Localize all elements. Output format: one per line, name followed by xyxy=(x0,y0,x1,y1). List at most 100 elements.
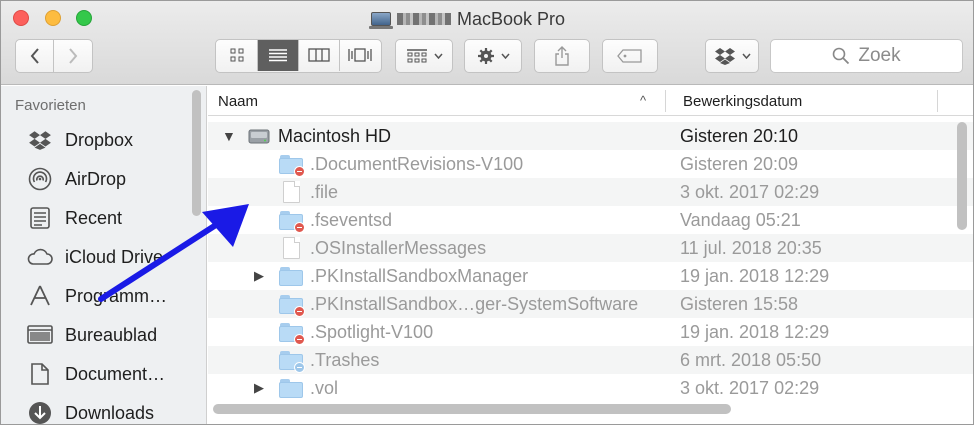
disclosure-collapsed-icon[interactable]: ▶ xyxy=(254,380,264,396)
sidebar-item-label: Downloads xyxy=(65,402,155,423)
action-button[interactable] xyxy=(464,39,522,73)
action-gear-icon xyxy=(477,48,494,64)
file-date: Gisteren 20:09 xyxy=(680,154,799,174)
hard-disk-icon xyxy=(247,124,271,148)
sidebar-item-airdrop[interactable]: AirDrop xyxy=(27,165,192,193)
folder-icon xyxy=(279,376,303,400)
back-button[interactable] xyxy=(16,40,54,72)
file-date: 3 okt. 2017 02:29 xyxy=(680,378,820,398)
search-field[interactable]: Zoek xyxy=(770,39,963,73)
window-title-text: MacBook Pro xyxy=(457,8,566,29)
file-date: Gisteren 15:58 xyxy=(680,294,799,314)
column-divider[interactable] xyxy=(665,90,666,112)
sidebar-item-label: Dropbox xyxy=(65,129,134,150)
sidebar-item-icloud[interactable]: iCloud Drive xyxy=(27,243,192,271)
file-date: 19 jan. 2018 12:29 xyxy=(680,266,830,286)
zoom-button[interactable] xyxy=(76,10,92,26)
file-name: .file xyxy=(310,182,339,202)
sidebar-item-dropbox[interactable]: Dropbox xyxy=(27,126,192,154)
file-date: Gisteren 20:10 xyxy=(680,126,799,146)
column-view-icon xyxy=(307,48,330,62)
table-row[interactable]: ▶ .PKInstallSandboxManager 19 jan. 2018 … xyxy=(208,262,973,290)
apps-icon xyxy=(27,283,53,309)
sidebar: Favorieten Dropbox AirDrop Recent iCloud… xyxy=(1,86,207,424)
chevron-down-icon xyxy=(500,53,510,59)
group-button[interactable] xyxy=(395,39,453,73)
sidebar-item-label: Recent xyxy=(65,207,123,228)
locked-folder-icon xyxy=(279,292,305,317)
document-icon xyxy=(283,180,307,204)
sidebar-item-recent[interactable]: Recent xyxy=(27,204,192,232)
column-header: Naam ^ Bewerkingsdatum xyxy=(208,86,973,116)
sidebar-item-label: Bureaublad xyxy=(65,324,158,345)
downloads-icon xyxy=(27,400,53,424)
forward-button[interactable] xyxy=(54,40,92,72)
forward-icon xyxy=(69,48,78,64)
nav-buttons xyxy=(15,39,93,73)
disclosure-expanded-icon[interactable]: ▼ xyxy=(222,128,236,144)
sort-ascending-icon: ^ xyxy=(640,93,647,108)
sidebar-item-label: Document… xyxy=(65,363,166,384)
icon-view-button[interactable] xyxy=(217,40,258,71)
vertical-scrollbar[interactable] xyxy=(957,122,967,230)
finder-window: MacBook Pro Zoek Favorieten Dropbox AirD… xyxy=(0,0,974,425)
sidebar-item-label: AirDrop xyxy=(65,168,127,189)
table-row[interactable]: .file 3 okt. 2017 02:29 xyxy=(208,178,973,206)
sidebar-item-desktop[interactable]: Bureaublad xyxy=(27,321,192,349)
column-date-header[interactable]: Bewerkingsdatum xyxy=(683,93,802,110)
column-view-button[interactable] xyxy=(299,40,340,71)
disclosure-collapsed-icon[interactable]: ▶ xyxy=(254,268,264,284)
sidebar-item-documents[interactable]: Document… xyxy=(27,360,192,388)
toolbar: MacBook Pro Zoek xyxy=(1,1,973,85)
search-icon xyxy=(833,47,850,65)
horizontal-scrollbar[interactable] xyxy=(213,404,731,414)
table-row[interactable]: .DocumentRevisions-V100 Gisteren 20:09 xyxy=(208,150,973,178)
minimize-button[interactable] xyxy=(45,10,61,26)
documents-icon xyxy=(27,361,53,387)
column-divider[interactable] xyxy=(937,90,938,112)
sidebar-item-label: Programm… xyxy=(65,285,168,306)
table-row[interactable]: .Trashes 6 mrt. 2018 05:50 xyxy=(208,346,973,374)
share-button[interactable] xyxy=(534,39,590,73)
window-title: MacBook Pro xyxy=(369,8,566,29)
back-icon xyxy=(30,48,39,64)
list-view-icon xyxy=(268,49,287,62)
file-name: .PKInstallSandbox…ger-SystemSoftware xyxy=(310,294,639,314)
locked-folder-icon xyxy=(279,208,305,233)
dropbox-icon xyxy=(27,127,53,153)
tag-button[interactable] xyxy=(602,39,658,73)
file-name: .DocumentRevisions-V100 xyxy=(310,154,524,174)
folder-icon xyxy=(279,264,303,288)
close-button[interactable] xyxy=(13,10,29,26)
file-name: .OSInstallerMessages xyxy=(310,238,487,258)
file-name: .vol xyxy=(310,378,339,398)
list-view-button[interactable] xyxy=(257,40,299,71)
tag-icon xyxy=(617,49,642,63)
dropbox-button[interactable] xyxy=(705,39,759,73)
table-row[interactable]: .PKInstallSandbox…ger-SystemSoftware Gis… xyxy=(208,290,973,318)
search-placeholder: Zoek xyxy=(858,45,901,66)
file-list: Naam ^ Bewerkingsdatum ▼ Macintosh HD Gi… xyxy=(208,86,973,424)
download-folder-icon xyxy=(279,348,305,373)
chevron-down-icon xyxy=(741,53,751,59)
column-name-header[interactable]: Naam xyxy=(218,93,258,110)
locked-folder-icon xyxy=(279,152,305,177)
sidebar-scrollbar[interactable] xyxy=(192,90,201,216)
sidebar-item-applications[interactable]: Programm… xyxy=(27,282,192,310)
sidebar-header: Favorieten xyxy=(15,97,86,114)
share-icon xyxy=(555,46,569,66)
table-row[interactable]: ▼ Macintosh HD Gisteren 20:10 xyxy=(208,122,973,150)
file-date: 19 jan. 2018 12:29 xyxy=(680,322,830,342)
file-date: 3 okt. 2017 02:29 xyxy=(680,182,820,202)
sidebar-item-downloads[interactable]: Downloads xyxy=(27,399,192,424)
cloud-icon xyxy=(27,244,53,270)
table-row[interactable]: .fseventsd Vandaag 05:21 xyxy=(208,206,973,234)
chevron-down-icon xyxy=(433,53,443,59)
table-row[interactable]: ▶ .vol 3 okt. 2017 02:29 xyxy=(208,374,973,402)
cover-flow-button[interactable] xyxy=(340,40,381,71)
table-row[interactable]: .OSInstallerMessages 11 jul. 2018 20:35 xyxy=(208,234,973,262)
table-row[interactable]: .Spotlight-V100 19 jan. 2018 12:29 xyxy=(208,318,973,346)
file-name: .Spotlight-V100 xyxy=(310,322,434,342)
locked-folder-icon xyxy=(279,320,305,345)
file-name: .PKInstallSandboxManager xyxy=(310,266,529,286)
